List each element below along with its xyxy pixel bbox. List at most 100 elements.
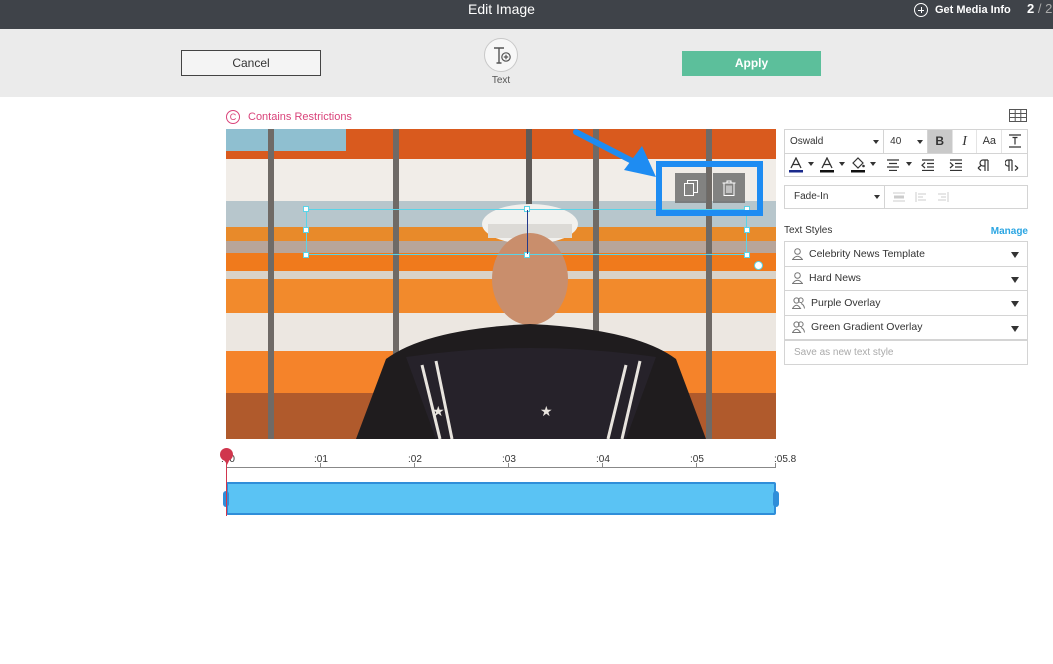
restrictions-label: Contains Restrictions <box>248 111 352 123</box>
text-style-item[interactable]: Purple Overlay <box>785 291 1027 316</box>
resize-handle[interactable] <box>303 252 309 258</box>
text-style-label: Celebrity News Template <box>809 247 925 260</box>
resize-handle[interactable] <box>744 227 750 233</box>
playhead-marker[interactable] <box>220 448 233 465</box>
chevron-down-icon[interactable] <box>1011 252 1019 258</box>
text-style-label: Purple Overlay <box>811 296 881 309</box>
page-indicator: 2 / 2 <box>1027 1 1052 16</box>
text-style-item[interactable]: Celebrity News Template <box>785 242 1027 267</box>
paragraph-ltr-icon <box>977 159 989 171</box>
user-icon <box>792 272 803 285</box>
restrictions-link[interactable]: C Contains Restrictions <box>226 109 352 125</box>
outdent-button[interactable] <box>914 154 942 176</box>
trash-icon <box>722 180 736 196</box>
playhead-line <box>226 456 227 516</box>
edit-toolbar: Cancel Text Apply <box>0 29 1053 97</box>
text-case-button[interactable]: Aa <box>977 130 1003 153</box>
text-cursor <box>527 210 528 254</box>
position-left-icon[interactable] <box>915 192 927 202</box>
chevron-down-icon <box>916 140 923 144</box>
resize-handle[interactable] <box>303 206 309 212</box>
line-height-button[interactable] <box>1002 130 1027 153</box>
chevron-down-icon <box>839 162 845 166</box>
page-title: Edit Image <box>468 1 535 17</box>
chevron-down-icon[interactable] <box>1011 325 1019 332</box>
timeline-label: :05 <box>690 454 704 465</box>
users-icon <box>792 297 805 309</box>
indent-button[interactable] <box>942 154 970 176</box>
page-current: 2 <box>1027 1 1035 16</box>
user-icon <box>792 247 803 260</box>
chevron-down-icon <box>874 195 880 199</box>
text-add-icon <box>494 47 511 64</box>
get-media-info-button[interactable]: Get Media Info <box>914 2 1011 18</box>
chevron-down-icon <box>873 140 880 144</box>
align-button[interactable] <box>878 154 914 176</box>
position-right-icon[interactable] <box>937 192 949 202</box>
manage-styles-link[interactable]: Manage <box>991 226 1028 237</box>
chevron-down-icon <box>906 162 912 166</box>
delete-button[interactable] <box>713 173 745 203</box>
font-size-select[interactable]: 40 <box>884 130 928 153</box>
animation-value: Fade-In <box>794 191 829 202</box>
get-media-info-label: Get Media Info <box>935 4 1011 16</box>
apply-button[interactable]: Apply <box>682 51 821 76</box>
text-color-row <box>784 153 1028 177</box>
position-center-icon[interactable] <box>893 192 905 202</box>
duplicate-icon <box>684 180 698 196</box>
timeline-axis <box>226 467 776 468</box>
clip-end-handle[interactable] <box>773 491 779 507</box>
paragraph-rtl-icon <box>1005 159 1019 171</box>
font-select[interactable]: Oswald <box>785 130 885 153</box>
users-icon <box>792 321 805 334</box>
timeline[interactable]: :00 :01 :02 :03 :04 :05 :05.8 <box>220 448 816 528</box>
cancel-button[interactable]: Cancel <box>181 50 321 76</box>
text-color-button[interactable] <box>785 154 816 176</box>
timeline-label: :02 <box>408 454 422 465</box>
timeline-label: :01 <box>314 454 328 465</box>
outline-color-icon <box>820 157 834 173</box>
plus-circle-icon <box>914 3 928 17</box>
text-styles-header: Text Styles Manage <box>784 225 1028 239</box>
fill-color-button[interactable] <box>847 154 878 176</box>
svg-text:★: ★ <box>540 404 553 420</box>
chevron-down-icon <box>870 162 876 166</box>
text-styles-heading: Text Styles <box>784 225 833 236</box>
bold-button[interactable]: B <box>927 130 953 153</box>
highlight-frame <box>656 161 763 216</box>
resize-handle[interactable] <box>303 227 309 233</box>
resize-handle[interactable] <box>744 252 750 258</box>
animation-position-group <box>885 186 949 208</box>
text-style-item[interactable]: Green Gradient Overlay <box>785 316 1027 340</box>
text-style-item[interactable]: Hard News <box>785 267 1027 291</box>
page-total: / 2 <box>1037 1 1053 16</box>
animation-select[interactable]: Fade-In <box>785 186 885 208</box>
paragraph-rtl-button[interactable] <box>970 154 998 176</box>
text-style-label: Hard News <box>809 272 861 285</box>
paragraph-direction-button[interactable] <box>998 154 1026 176</box>
timeline-clip[interactable] <box>226 482 776 515</box>
italic-button[interactable]: I <box>953 130 978 153</box>
save-text-style-input[interactable]: Save as new text style <box>784 340 1028 365</box>
svg-text:★: ★ <box>432 404 445 420</box>
indent-icon <box>949 159 962 171</box>
grid-icon[interactable] <box>1009 109 1027 122</box>
rotate-handle[interactable] <box>754 261 763 270</box>
chevron-down-icon[interactable] <box>1011 301 1019 307</box>
duplicate-button[interactable] <box>675 173 707 203</box>
paint-bucket-icon <box>851 157 865 173</box>
text-styles-list: Celebrity News Template Hard News Purple… <box>784 241 1028 340</box>
top-bar: Edit Image Get Media Info 2 / 2 <box>0 0 1053 29</box>
animation-row: Fade-In <box>784 185 1028 209</box>
add-text-button[interactable] <box>484 38 518 72</box>
chevron-down-icon <box>808 162 814 166</box>
text-outline-button[interactable] <box>816 154 847 176</box>
timeline-label: :04 <box>596 454 610 465</box>
timeline-label: :05.8 <box>774 454 797 465</box>
align-center-icon <box>887 159 899 171</box>
chevron-down-icon[interactable] <box>1011 276 1019 283</box>
font-value: Oswald <box>790 136 824 147</box>
text-tool-label: Text <box>491 75 511 86</box>
copyright-icon: C <box>226 110 240 124</box>
text-style-label: Green Gradient Overlay <box>811 321 923 334</box>
